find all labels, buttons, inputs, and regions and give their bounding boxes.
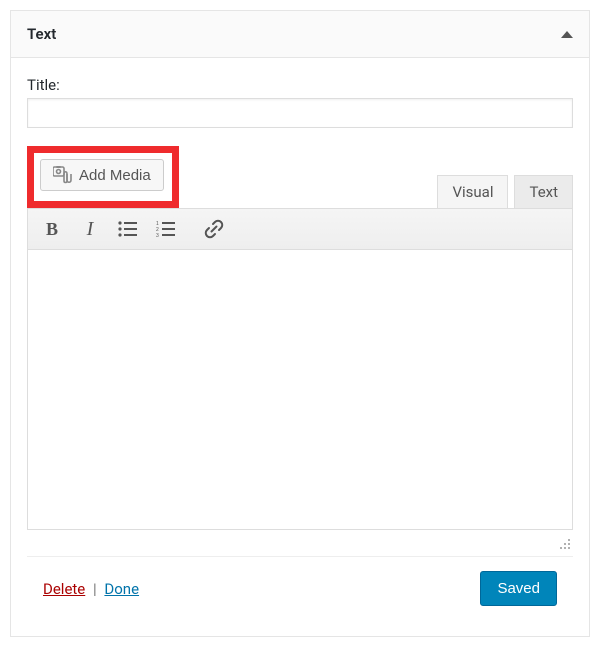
bold-button[interactable]: B: [34, 213, 70, 245]
link-button[interactable]: [196, 213, 232, 245]
collapse-up-icon: [561, 31, 573, 38]
saved-button[interactable]: Saved: [480, 571, 557, 606]
done-link[interactable]: Done: [104, 580, 139, 598]
widget-body: Title: Add Media: [11, 58, 589, 636]
tab-visual[interactable]: Visual: [437, 175, 508, 208]
italic-button[interactable]: I: [72, 213, 108, 245]
resize-handle[interactable]: [27, 534, 573, 556]
title-input[interactable]: [27, 98, 573, 128]
widget-header[interactable]: Text: [11, 11, 589, 58]
delete-link[interactable]: Delete: [43, 580, 85, 598]
widget-title: Text: [27, 25, 56, 43]
add-media-button[interactable]: Add Media: [40, 159, 164, 191]
footer-links: Delete | Done: [43, 580, 139, 598]
title-label: Title:: [27, 76, 573, 94]
bullet-list-icon: [118, 221, 138, 237]
svg-text:3: 3: [156, 233, 159, 237]
add-media-label: Add Media: [79, 167, 151, 184]
link-separator: |: [93, 580, 97, 598]
link-icon: [204, 219, 224, 239]
resize-grip-icon: [557, 536, 571, 550]
bullet-list-button[interactable]: [110, 213, 146, 245]
widget-footer: Delete | Done Saved: [27, 556, 573, 620]
annotation-highlight: Add Media: [27, 146, 179, 208]
text-widget: Text Title: Add Media: [10, 10, 590, 637]
numbered-list-icon: 1 2 3: [156, 221, 176, 237]
numbered-list-button[interactable]: 1 2 3: [148, 213, 184, 245]
media-icon: [53, 166, 73, 184]
tab-text[interactable]: Text: [514, 175, 573, 208]
editor-textarea[interactable]: [27, 250, 573, 530]
editor-toolbar: B I 1 2 3: [27, 208, 573, 250]
media-tabs-row: Add Media Visual Text: [27, 146, 573, 208]
editor-tabs: Visual Text: [437, 175, 573, 208]
